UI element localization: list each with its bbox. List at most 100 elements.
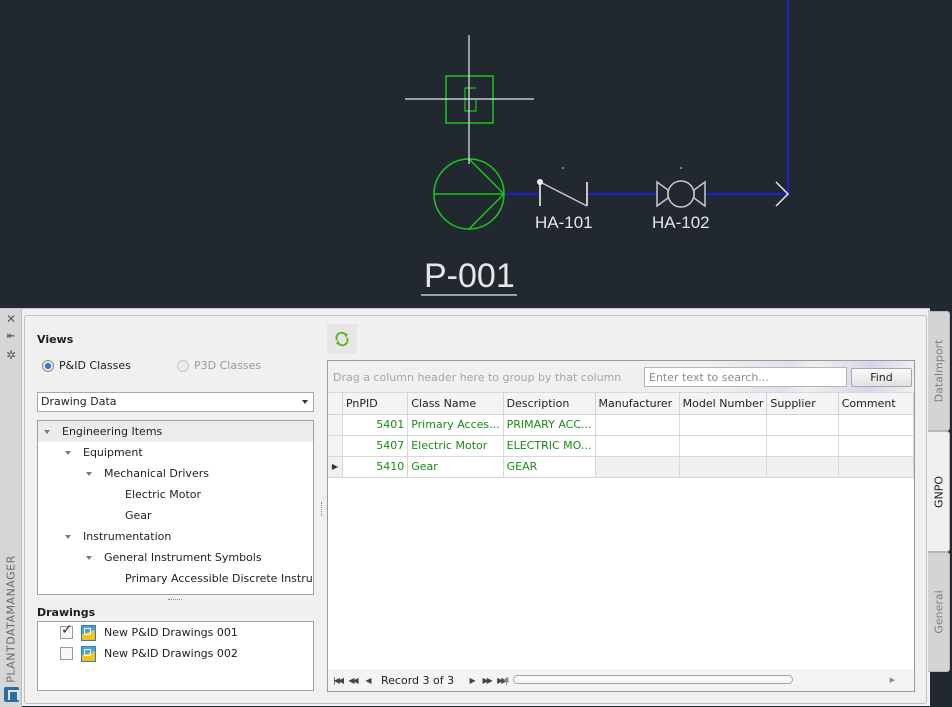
auto-hide-icon[interactable]: ⇤ [4, 330, 18, 344]
drawing-canvas[interactable]: HA-101 HA-102 P-001 [0, 0, 952, 308]
cell-description[interactable]: PRIMARY ACC... [503, 414, 596, 436]
cell-class-name[interactable]: Primary Acces... [407, 414, 504, 436]
refresh-button[interactable] [327, 324, 357, 354]
find-button[interactable]: Find [851, 368, 912, 387]
class-tree[interactable]: Engineering Items Equipment Mechanical D… [37, 420, 314, 595]
row-indicator-current-icon[interactable]: ▶ [328, 456, 344, 478]
tab-general[interactable]: General [928, 552, 950, 672]
scroll-left-icon[interactable]: ◀ [503, 676, 508, 684]
tab-dataimport[interactable]: DataImport [928, 311, 950, 431]
cell-model-number[interactable] [679, 456, 768, 478]
collapse-arrow-icon[interactable] [86, 472, 92, 476]
table-row[interactable]: 5407 Electric Motor ELECTRIC MO... [328, 435, 914, 457]
tree-item-instrumentation[interactable]: Instrumentation [38, 526, 313, 547]
view-dropdown[interactable]: Drawing Data [37, 392, 314, 412]
drawing-item[interactable]: New P&ID Drawings 001 [60, 622, 238, 643]
refresh-icon [335, 331, 349, 347]
row-indicator-header [328, 393, 344, 415]
column-header-pnpid[interactable]: PnPID [342, 393, 409, 415]
cell-model-number[interactable] [679, 414, 768, 436]
properties-icon[interactable]: ✲ [4, 348, 18, 362]
drawing-checkbox[interactable] [60, 647, 73, 660]
row-indicator[interactable] [328, 435, 344, 457]
chevron-down-icon[interactable] [302, 400, 308, 404]
grid-header-row: PnPID Class Name Description Manufacture… [328, 393, 914, 415]
tree-item-primary-accessible-discrete-instrument[interactable]: Primary Accessible Discrete Instrument [38, 568, 313, 589]
scrollbar-thumb[interactable] [513, 675, 793, 684]
check-valve-symbol[interactable] [537, 179, 588, 207]
cell-class-name[interactable]: Gear [407, 456, 504, 478]
table-row-focused[interactable]: ▶ 5410 Gear GEAR [328, 456, 914, 478]
grid-table: PnPID Class Name Description Manufacture… [328, 393, 914, 478]
previous-page-icon[interactable]: ◀◀ [345, 676, 360, 685]
table-row[interactable]: 5401 Primary Acces... PRIMARY ACC... [328, 414, 914, 436]
palette-title: PLANTDATAMANAGER [4, 555, 18, 683]
palette-content: Views P&ID Classes P3D Classes Drawing D… [24, 315, 927, 704]
cell-manufacturer[interactable] [595, 414, 680, 436]
data-grid[interactable]: Drag a column header here to group by th… [327, 360, 915, 692]
collapse-arrow-icon[interactable] [65, 535, 71, 539]
column-header-manufacturer[interactable]: Manufacturer [595, 393, 680, 415]
pid-drawing-icon [81, 624, 96, 641]
collapse-arrow-icon[interactable] [44, 430, 50, 434]
cell-pnpid[interactable]: 5410 [342, 456, 409, 478]
close-icon[interactable]: ✕ [4, 312, 18, 326]
record-counter: Record 3 of 3 [381, 673, 455, 687]
tree-item-general-instrument-symbols[interactable]: General Instrument Symbols [38, 547, 313, 568]
cell-pnpid[interactable]: 5401 [342, 414, 409, 436]
tab-gnpo[interactable]: GNPO [928, 431, 950, 552]
pid-drawing-icon [81, 645, 96, 662]
ball-valve-symbol[interactable] [656, 180, 706, 208]
cell-class-name[interactable]: Electric Motor [407, 435, 504, 457]
radio-indicator[interactable] [177, 359, 189, 372]
next-page-icon[interactable]: ▶▶ [479, 676, 494, 685]
plant-data-manager-palette: ✕ ⇤ ✲ PLANTDATAMANAGER Views P&ID Classe… [0, 308, 950, 707]
cell-comment[interactable] [838, 456, 914, 478]
next-record-icon[interactable]: ▶ [464, 676, 479, 685]
cell-supplier[interactable] [766, 414, 839, 436]
group-by-panel[interactable]: Drag a column header here to group by th… [328, 361, 914, 393]
cell-pnpid[interactable]: 5407 [342, 435, 409, 457]
tree-item-equipment[interactable]: Equipment [38, 442, 313, 463]
cell-supplier[interactable] [766, 456, 839, 478]
cell-description[interactable]: ELECTRIC MO... [503, 435, 596, 457]
horizontal-scrollbar[interactable]: ◀ ▶ [503, 675, 895, 685]
valve-tag-ha-101[interactable]: HA-101 [535, 213, 593, 233]
drawing-checkbox[interactable] [60, 622, 73, 639]
cell-description[interactable]: GEAR [503, 456, 596, 478]
panel-splitter[interactable] [321, 502, 324, 516]
scroll-right-icon[interactable]: ▶ [890, 676, 895, 684]
tree-item-gear[interactable]: Gear [38, 505, 313, 526]
column-header-supplier[interactable]: Supplier [766, 393, 839, 415]
drawing-item[interactable]: New P&ID Drawings 002 [60, 643, 238, 664]
cell-supplier[interactable] [766, 435, 839, 457]
tree-resize-grip[interactable] [168, 599, 182, 602]
tree-item-electric-motor[interactable]: Electric Motor [38, 484, 313, 505]
previous-record-icon[interactable]: ◀ [360, 676, 375, 685]
radio-indicator[interactable] [42, 359, 54, 372]
column-header-comment[interactable]: Comment [838, 393, 914, 415]
column-header-class-name[interactable]: Class Name [407, 393, 504, 415]
valve-tag-ha-102[interactable]: HA-102 [652, 213, 710, 233]
column-header-model-number[interactable]: Model Number [679, 393, 768, 415]
collapse-arrow-icon[interactable] [86, 556, 92, 560]
drawings-list[interactable]: New P&ID Drawings 001 New P&ID Drawings … [37, 621, 314, 691]
cell-manufacturer[interactable] [595, 435, 680, 457]
palette-titlebar[interactable]: ✕ ⇤ ✲ PLANTDATAMANAGER [0, 309, 22, 707]
cell-comment[interactable] [838, 414, 914, 436]
equipment-tag-p-001[interactable]: P-001 [424, 257, 515, 296]
collapse-arrow-icon[interactable] [65, 451, 71, 455]
tree-item-mechanical-drivers[interactable]: Mechanical Drivers [38, 463, 313, 484]
cell-comment[interactable] [838, 435, 914, 457]
radio-p3d-classes[interactable]: P3D Classes [177, 359, 261, 372]
cell-model-number[interactable] [679, 435, 768, 457]
pump-symbol[interactable] [433, 158, 505, 230]
search-input[interactable] [644, 367, 847, 387]
radio-pid-classes[interactable]: P&ID Classes [42, 359, 131, 372]
row-indicator[interactable] [328, 414, 344, 436]
plant-logo-icon[interactable] [4, 687, 19, 702]
column-header-description[interactable]: Description [503, 393, 596, 415]
first-record-icon[interactable]: |◀◀ [330, 676, 345, 685]
tree-item-engineering-items[interactable]: Engineering Items [38, 421, 313, 442]
cell-manufacturer[interactable] [595, 456, 680, 478]
